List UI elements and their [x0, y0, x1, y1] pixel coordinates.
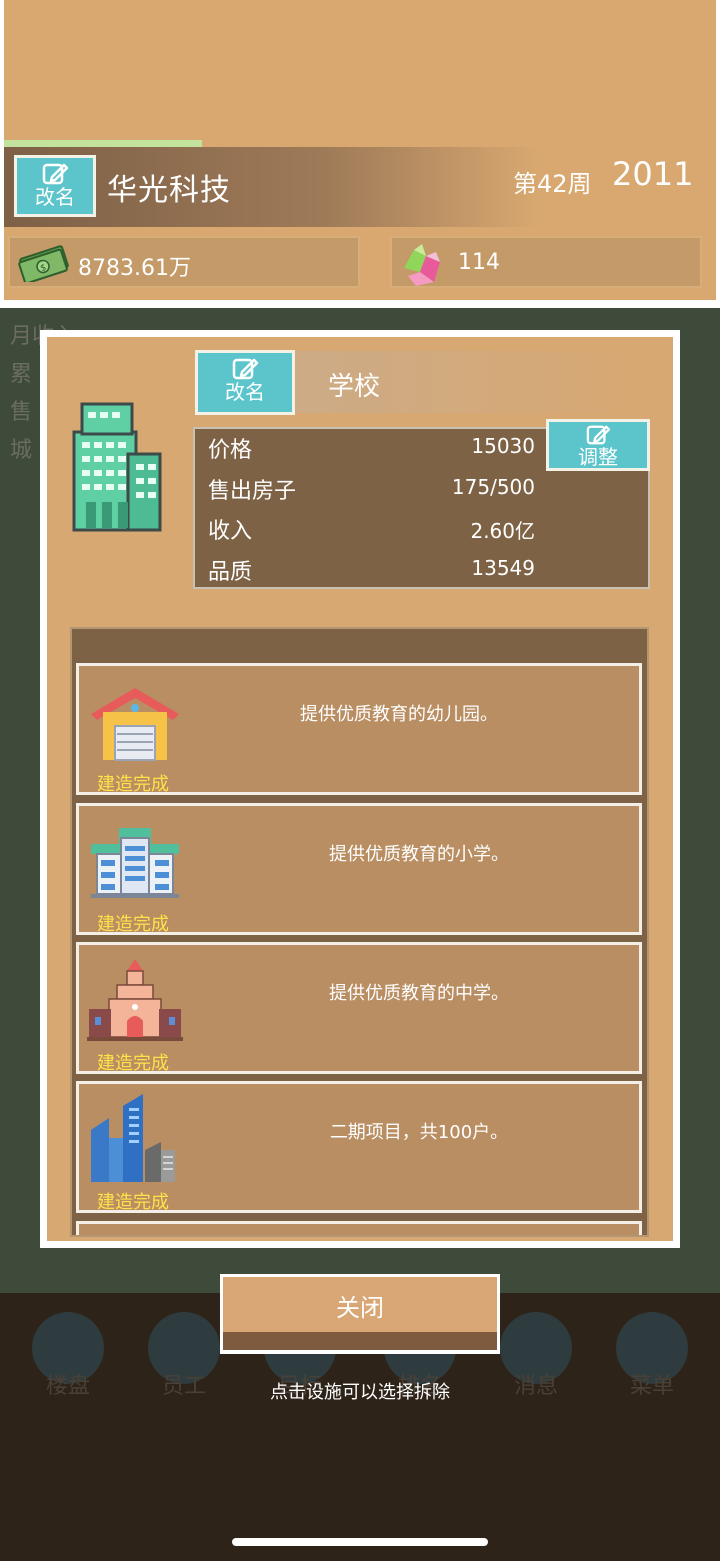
week-label: 第42周	[513, 170, 592, 198]
facility-description: 提供优质教育的小学。	[329, 844, 509, 865]
home-indicator[interactable]	[232, 1538, 488, 1546]
edit-icon	[42, 163, 69, 185]
facility-name: 学校	[328, 372, 381, 402]
stat-label-income: 收入	[208, 519, 253, 544]
stat-value-price: 15030	[471, 434, 535, 458]
edit-icon	[232, 358, 259, 380]
towers-icon	[91, 1094, 175, 1182]
rename-label: 改名	[225, 380, 265, 404]
stat-value-sold: 175/500	[451, 475, 535, 499]
stat-value-income: 2.60亿	[470, 519, 535, 543]
stat-label-sold: 售出房子	[208, 479, 297, 504]
adjust-label: 调整	[578, 445, 618, 469]
dock-staff[interactable]: 员工	[144, 1312, 224, 1399]
facility-card-next[interactable]	[76, 1221, 642, 1235]
stat-label-price: 价格	[208, 438, 253, 463]
gem-icon	[404, 244, 440, 286]
facility-status: 建造完成	[97, 774, 169, 795]
dock-menu[interactable]: 菜单	[612, 1312, 692, 1399]
close-button[interactable]: 关闭	[220, 1274, 500, 1354]
close-label: 关闭	[336, 1294, 384, 1322]
facility-description: 二期项目，共100户。	[329, 1122, 509, 1143]
edit-icon	[586, 425, 611, 445]
facility-status: 建造完成	[97, 1192, 169, 1213]
facility-card-middle-school[interactable]: 提供优质教育的中学。 建造完成	[76, 942, 642, 1074]
gem-value: 114	[458, 250, 500, 275]
demolish-hint: 点击设施可以选择拆除	[270, 1382, 450, 1403]
building-icon	[72, 402, 162, 532]
facility-description: 提供优质教育的幼儿园。	[300, 704, 498, 725]
rename-label: 改名	[35, 185, 75, 209]
company-name: 华光科技	[107, 173, 231, 208]
facility-status: 建造完成	[97, 1053, 169, 1074]
stat-value-quality: 13549	[471, 556, 535, 580]
facility-description: 提供优质教育的中学。	[329, 983, 509, 1004]
adjust-price-button[interactable]: 调整	[546, 419, 650, 471]
facility-card-phase-two[interactable]: 二期项目，共100户。 建造完成	[76, 1081, 642, 1213]
stat-label-quality: 品质	[208, 560, 253, 585]
facility-card-primary-school[interactable]: 提供优质教育的小学。 建造完成	[76, 803, 642, 935]
year-label: 2011	[612, 155, 694, 193]
dock-buildings[interactable]: 楼盘	[28, 1312, 108, 1399]
rename-facility-button[interactable]: 改名	[195, 350, 295, 415]
rename-company-button[interactable]: 改名	[14, 155, 96, 217]
kindergarten-icon	[91, 688, 179, 761]
gem-panel: 114	[390, 236, 702, 288]
week-progress-bar	[4, 140, 202, 147]
money-panel: $ 8783.61万	[8, 236, 360, 288]
facility-card-kindergarten[interactable]: 提供优质教育的幼儿园。 建造完成	[76, 663, 642, 795]
dock-messages[interactable]: 消息	[496, 1312, 576, 1399]
facility-status: 建造完成	[97, 914, 169, 935]
cash-icon: $	[18, 245, 69, 282]
primary-school-icon	[91, 828, 179, 898]
middle-school-icon	[87, 959, 183, 1041]
money-value: 8783.61万	[78, 256, 191, 281]
